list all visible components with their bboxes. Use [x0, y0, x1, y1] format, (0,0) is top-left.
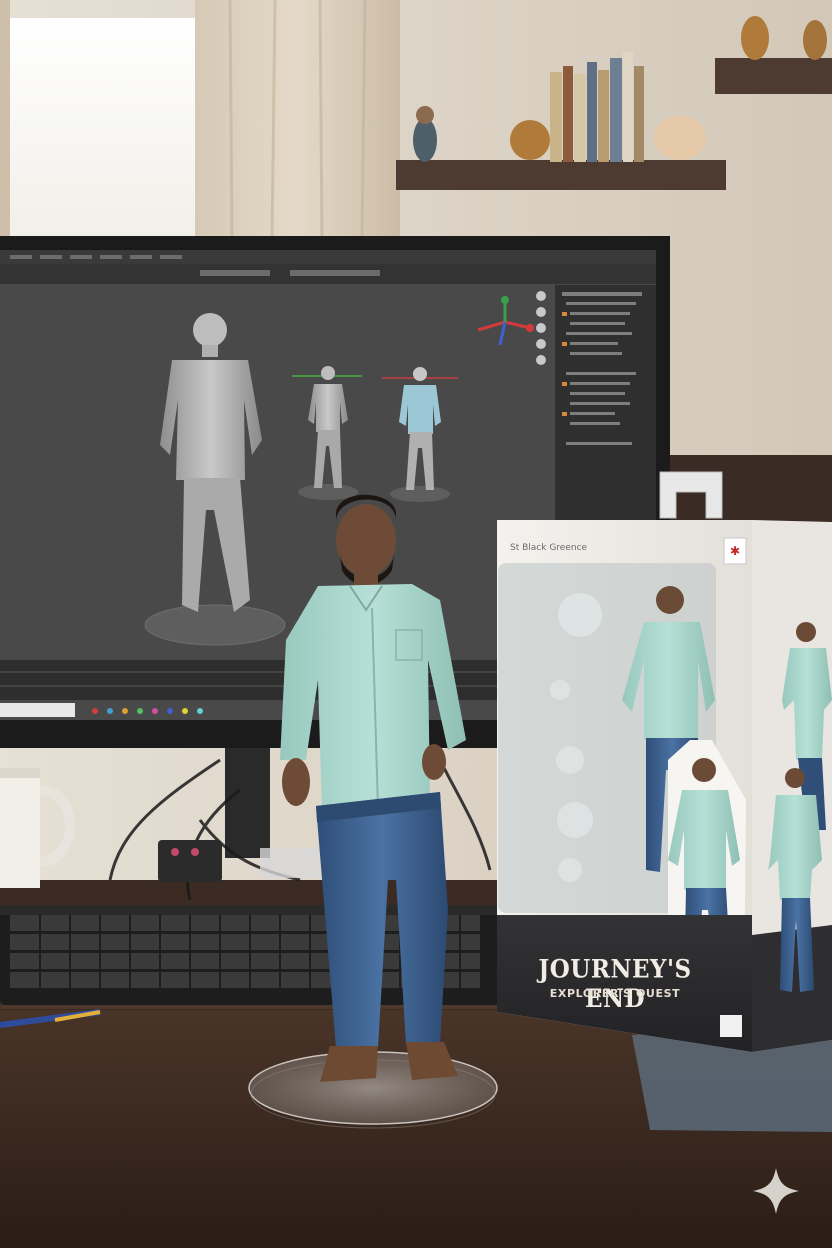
shelf-middle [396, 160, 726, 190]
photo-scene: ✱ St Black Greence JOURNEY'S END EXPLORE… [0, 0, 832, 1248]
svg-text:✱: ✱ [730, 544, 740, 558]
monitor-stand [225, 748, 270, 858]
shelf-right [715, 58, 832, 94]
window [10, 18, 210, 238]
box-subtitle: EXPLORER'S QUEST [549, 987, 681, 1000]
box-top-label: St Black Greence [510, 543, 588, 553]
scene-svg: ✱ [0, 0, 832, 1248]
curtain [195, 0, 400, 240]
barcode [720, 1015, 742, 1037]
books [550, 52, 644, 162]
box-title: JOURNEY'S END [538, 954, 692, 1014]
